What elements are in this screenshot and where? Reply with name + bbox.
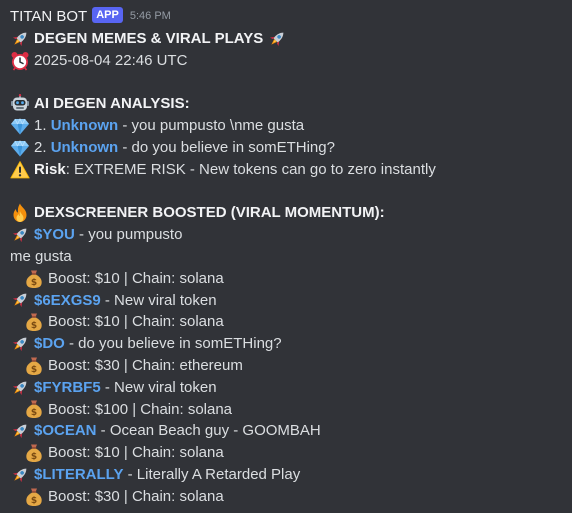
ai-item-description: - you pumpusto \nme gusta	[118, 117, 305, 135]
token-description: - Ocean Beach guy - GOOMBAH	[96, 422, 321, 440]
svg-text:$: $	[31, 365, 37, 375]
rocket-icon	[10, 29, 30, 49]
message-header: TITAN BOT APP 5:46 PM	[10, 6, 572, 26]
boost-line: $ Boost: $10 | Chain: solana	[10, 442, 572, 464]
warning-icon	[10, 160, 30, 180]
boost-chain-info: Boost: $30 | Chain: solana	[48, 487, 224, 505]
boost-line: $ Boost: $30 | Chain: solana	[10, 486, 572, 508]
ai-analysis-item: 1. Unknown - you pumpusto \nme gusta	[10, 115, 572, 137]
token-description: - you pumpusto	[74, 226, 183, 244]
boost-line: $ Boost: $10 | Chain: solana	[10, 268, 572, 290]
boost-line: $ Boost: $10 | Chain: solana	[10, 311, 572, 333]
token-description: - Literally A Retarded Play	[123, 465, 301, 483]
money-bag-icon: $	[24, 487, 44, 507]
message-title: DEGEN MEMES & VIRAL PLAYS	[34, 30, 264, 47]
fire-icon	[10, 203, 30, 223]
robot-icon	[10, 94, 30, 114]
money-bag-icon: $	[24, 399, 44, 419]
token-ticker-link[interactable]: $YOU	[34, 224, 75, 246]
money-bag-icon: $	[24, 356, 44, 376]
message-title-line: DEGEN MEMES & VIRAL PLAYS	[10, 28, 572, 50]
svg-text:$: $	[31, 408, 37, 418]
rocket-icon	[10, 225, 30, 245]
rocket-icon	[10, 465, 30, 485]
boost-chain-info: Boost: $10 | Chain: solana	[48, 269, 224, 287]
risk-line: Risk : EXTREME RISK - New tokens can go …	[10, 159, 572, 181]
svg-text:$: $	[31, 278, 37, 288]
ai-item-number: 1.	[34, 117, 51, 135]
app-badge: APP	[92, 7, 123, 23]
token-line: $YOU - you pumpusto	[10, 224, 572, 246]
ai-item-description: - do you believe in somETHing?	[118, 138, 335, 156]
dexscreener-heading-line: DEXSCREENER BOOSTED (VIRAL MOMENTUM):	[10, 202, 572, 224]
boost-chain-info: Boost: $10 | Chain: solana	[48, 444, 224, 462]
rocket-icon	[10, 290, 30, 310]
boost-chain-info: Boost: $100 | Chain: solana	[48, 400, 233, 418]
token-ticker-link[interactable]: $FYRBF5	[34, 377, 101, 399]
token-description: - New viral token	[100, 378, 217, 396]
message-timestamp[interactable]: 5:46 PM	[130, 10, 171, 22]
token-description: - New viral token	[100, 291, 217, 309]
rocket-icon	[267, 29, 287, 49]
gem-icon	[10, 116, 30, 136]
dexscreener-heading: DEXSCREENER BOOSTED (VIRAL MOMENTUM):	[34, 204, 385, 222]
token-line: $DO - do you believe in somETHing?	[10, 333, 572, 355]
token-ticker-link[interactable]: $6EXGS9	[34, 290, 101, 312]
token-extra-text: me gusta	[10, 247, 72, 265]
rocket-icon	[10, 378, 30, 398]
bot-message: TITAN BOT APP 5:46 PM DEGEN MEMES & VIRA…	[0, 0, 572, 513]
money-bag-icon: $	[24, 312, 44, 332]
boost-chain-info: Boost: $10 | Chain: solana	[48, 313, 224, 331]
ai-analysis-item: 2. Unknown - do you believe in somETHing…	[10, 137, 572, 159]
token-line: $OCEAN - Ocean Beach guy - GOOMBAH	[10, 420, 572, 442]
svg-text:$: $	[31, 496, 37, 506]
rocket-icon	[10, 421, 30, 441]
token-ticker-link[interactable]: $DO	[34, 333, 65, 355]
message-content: DEGEN MEMES & VIRAL PLAYS 2025-08-04 22:…	[10, 28, 572, 508]
rocket-icon	[10, 334, 30, 354]
ai-item-number: 2.	[34, 138, 51, 156]
money-bag-icon: $	[24, 443, 44, 463]
alarm-clock-icon	[10, 51, 30, 71]
money-bag-icon: $	[24, 269, 44, 289]
gem-icon	[10, 138, 30, 158]
ai-analysis-heading-line: AI DEGEN ANALYSIS:	[10, 93, 572, 115]
datetime-text: 2025-08-04 22:46 UTC	[34, 51, 188, 69]
token-description: - do you believe in somETHing?	[64, 335, 282, 353]
token-line: $6EXGS9 - New viral token	[10, 290, 572, 312]
risk-text: : EXTREME RISK - New tokens can go to ze…	[65, 160, 436, 178]
token-description-continued: me gusta	[10, 246, 572, 268]
token-line: $FYRBF5 - New viral token	[10, 377, 572, 399]
ai-item-link[interactable]: Unknown	[51, 137, 119, 159]
token-line: $LITERALLY - Literally A Retarded Play	[10, 464, 572, 486]
token-ticker-link[interactable]: $LITERALLY	[34, 464, 123, 486]
bot-username[interactable]: TITAN BOT	[10, 8, 87, 25]
boost-line: $ Boost: $30 | Chain: ethereum	[10, 355, 572, 377]
risk-label: Risk	[34, 160, 66, 178]
ai-item-link[interactable]: Unknown	[51, 115, 119, 137]
datetime-line: 2025-08-04 22:46 UTC	[10, 50, 572, 72]
svg-text:$: $	[31, 321, 37, 331]
boost-chain-info: Boost: $30 | Chain: ethereum	[48, 356, 243, 374]
boost-line: $ Boost: $100 | Chain: solana	[10, 399, 572, 421]
token-ticker-link[interactable]: $OCEAN	[34, 420, 97, 442]
svg-text:$: $	[31, 452, 37, 462]
ai-analysis-heading: AI DEGEN ANALYSIS:	[34, 95, 190, 113]
